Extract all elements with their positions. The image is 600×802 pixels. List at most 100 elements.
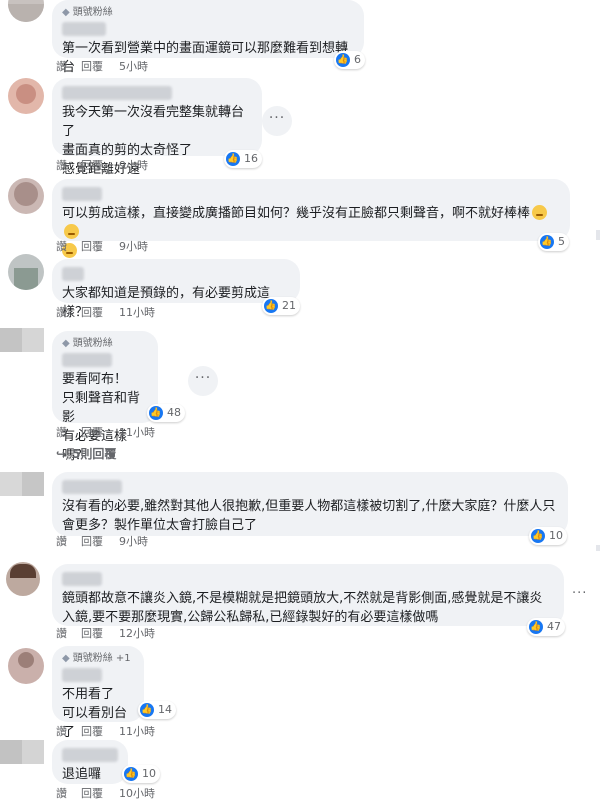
timestamp[interactable]: 5小時 bbox=[119, 60, 148, 73]
top-fan-badge: ◆ 頭號粉絲 bbox=[62, 338, 113, 349]
timestamp[interactable]: 11小時 bbox=[119, 306, 155, 319]
timestamp[interactable]: 11小時 bbox=[119, 426, 155, 439]
like-button[interactable]: 讚 bbox=[56, 60, 67, 73]
comment-bubble: ◆ 頭號粉絲 要看阿布！ 只剩聲音和背影 有必要這樣嗎？ bbox=[52, 331, 158, 463]
scrollbar-track[interactable] bbox=[596, 545, 600, 551]
reply-button[interactable]: 回覆 bbox=[81, 159, 103, 172]
commenter-name[interactable] bbox=[62, 668, 102, 682]
thumbs-up-icon: 👍 bbox=[540, 235, 554, 249]
thumbs-up-icon: 👍 bbox=[149, 406, 163, 420]
comment: 鏡頭都故意不讓炎入鏡,不是模糊就是把鏡頭放大,不然就是背影側面,感覺就是不讓炎入… bbox=[0, 552, 600, 642]
like-button[interactable]: 讚 bbox=[56, 535, 67, 548]
comment-bubble: 鏡頭都故意不讓炎入鏡,不是模糊就是把鏡頭放大,不然就是背影側面,感覺就是不讓炎入… bbox=[52, 564, 564, 626]
comment-actions: 讚 回覆 9小時 bbox=[56, 239, 162, 255]
reply-button[interactable]: 回覆 bbox=[81, 426, 103, 439]
comment-bubble: ◆ 頭號粉絲 第一次看到營業中的畫面運鏡可以那麼難看到想轉台 bbox=[52, 0, 364, 75]
reply-button[interactable]: 回覆 bbox=[81, 627, 103, 640]
comment-actions: 讚 回覆 9小時 bbox=[56, 158, 162, 174]
reaction-count[interactable]: 👍 6 bbox=[334, 51, 365, 69]
timestamp[interactable]: 11小時 bbox=[119, 725, 155, 738]
diamond-icon: ◆ bbox=[62, 338, 70, 349]
thumbs-up-icon: 👍 bbox=[226, 152, 240, 166]
reaction-count[interactable]: 👍 5 bbox=[538, 233, 569, 251]
commenter-name[interactable] bbox=[62, 86, 172, 100]
reaction-count[interactable]: 👍 14 bbox=[138, 701, 176, 719]
comment-text: 沒有看的必要,雖然對其他人很抱歉,但重要人物都這樣被切割了,什麼大家庭？什麼人只… bbox=[62, 499, 556, 533]
comment: ◆ 頭號粉絲 要看阿布！ 只剩聲音和背影 有必要這樣嗎？ ··· 👍 48 讚 回覆 1… bbox=[0, 328, 600, 463]
comment: 沒有看的必要,雖然對其他人很抱歉,但重要人物都這樣被切割了,什麼大家庭？什麼人只… bbox=[0, 462, 600, 552]
reaction-count[interactable]: 👍 47 bbox=[527, 618, 565, 636]
diamond-icon: ◆ bbox=[62, 653, 70, 664]
commenter-name[interactable] bbox=[62, 480, 122, 494]
like-button[interactable]: 讚 bbox=[56, 159, 67, 172]
reaction-count[interactable]: 👍 16 bbox=[224, 150, 262, 168]
like-button[interactable]: 讚 bbox=[56, 240, 67, 253]
timestamp[interactable]: 9小時 bbox=[119, 240, 148, 253]
avatar[interactable] bbox=[8, 78, 44, 114]
avatar[interactable] bbox=[8, 0, 44, 22]
view-replies-link[interactable]: ↪ 5則回覆 bbox=[56, 445, 116, 462]
thumbs-up-icon: 👍 bbox=[529, 620, 543, 634]
reaction-count[interactable]: 👍 48 bbox=[147, 404, 185, 422]
like-button[interactable]: 讚 bbox=[56, 306, 67, 319]
avatar[interactable] bbox=[8, 648, 44, 684]
more-options-icon[interactable]: ··· bbox=[262, 106, 292, 136]
commenter-name[interactable] bbox=[62, 572, 102, 586]
timestamp[interactable]: 10小時 bbox=[119, 787, 155, 800]
avatar[interactable] bbox=[0, 740, 44, 764]
persevering-face-emoji bbox=[532, 205, 548, 220]
more-options-icon[interactable]: ··· bbox=[188, 366, 218, 396]
avatar[interactable] bbox=[0, 328, 44, 352]
commenter-name[interactable] bbox=[62, 353, 112, 367]
comment-actions: 讚 回覆 11小時 bbox=[56, 425, 169, 441]
reaction-count[interactable]: 👍 10 bbox=[122, 765, 160, 783]
avatar[interactable] bbox=[6, 562, 40, 596]
like-button[interactable]: 讚 bbox=[56, 627, 67, 640]
more-options-icon[interactable]: ··· bbox=[572, 586, 587, 601]
reply-button[interactable]: 回覆 bbox=[81, 787, 103, 800]
comment-bubble: 大家都知道是預錄的，有必要剪成這樣？ bbox=[52, 259, 300, 320]
timestamp[interactable]: 12小時 bbox=[119, 627, 155, 640]
avatar[interactable] bbox=[8, 254, 44, 290]
reaction-count[interactable]: 👍 10 bbox=[529, 527, 567, 545]
like-button[interactable]: 讚 bbox=[56, 426, 67, 439]
comment-bubble: ◆ 頭號粉絲 +1 不用看了 可以看別台了 bbox=[52, 646, 144, 740]
scrollbar-track[interactable] bbox=[596, 230, 600, 240]
reaction-count[interactable]: 👍 21 bbox=[262, 297, 300, 315]
diamond-icon: ◆ bbox=[62, 7, 70, 18]
comment-text: 鏡頭都故意不讓炎入鏡,不是模糊就是把鏡頭放大,不然就是背影側面,感覺就是不讓炎入… bbox=[62, 591, 543, 625]
comment-actions: 讚 回覆 9小時 bbox=[56, 534, 162, 550]
reply-button[interactable]: 回覆 bbox=[81, 725, 103, 738]
comment-actions: 讚 回覆 5小時 bbox=[56, 59, 162, 75]
thumbs-up-icon: 👍 bbox=[124, 767, 138, 781]
reply-button[interactable]: 回覆 bbox=[81, 240, 103, 253]
reply-button[interactable]: 回覆 bbox=[81, 535, 103, 548]
comment-bubble: 可以剪成這樣，直接變成廣播節目如何？幾乎沒有正臉都只剩聲音，啊不就好棒棒 bbox=[52, 179, 570, 258]
like-button[interactable]: 讚 bbox=[56, 725, 67, 738]
commenter-name[interactable] bbox=[62, 748, 118, 762]
comment: 退追囉 👍 10 讚 回覆 10小時 bbox=[0, 738, 600, 802]
reply-button[interactable]: 回覆 bbox=[81, 60, 103, 73]
thumbs-up-icon: 👍 bbox=[140, 703, 154, 717]
comment: ◆ 頭號粉絲 第一次看到營業中的畫面運鏡可以那麼難看到想轉台 👍 6 讚 回覆 5小時 bbox=[0, 0, 600, 78]
thumbs-up-icon: 👍 bbox=[336, 53, 350, 67]
commenter-name[interactable] bbox=[62, 22, 106, 36]
comment: 我今天第一次沒看完整集就轉台了 畫面真的剪的太奇怪了 感覺距離好遠 ··· 👍 1… bbox=[0, 78, 600, 177]
timestamp[interactable]: 9小時 bbox=[119, 159, 148, 172]
comment-bubble: 沒有看的必要,雖然對其他人很抱歉,但重要人物都這樣被切割了,什麼大家庭？什麼人只… bbox=[52, 472, 568, 536]
avatar[interactable] bbox=[0, 472, 44, 496]
thumbs-up-icon: 👍 bbox=[264, 299, 278, 313]
comment-actions: 讚 回覆 12小時 bbox=[56, 626, 169, 642]
commenter-name[interactable] bbox=[62, 267, 84, 281]
comment-bubble: 退追囉 bbox=[52, 740, 128, 784]
reply-button[interactable]: 回覆 bbox=[81, 306, 103, 319]
timestamp[interactable]: 9小時 bbox=[119, 535, 148, 548]
avatar[interactable] bbox=[8, 178, 44, 214]
top-fan-badge: ◆ 頭號粉絲 +1 bbox=[62, 653, 131, 664]
comment: 可以剪成這樣，直接變成廣播節目如何？幾乎沒有正臉都只剩聲音，啊不就好棒棒 👍 5 … bbox=[0, 174, 600, 258]
thumbs-up-icon: 👍 bbox=[531, 529, 545, 543]
like-button[interactable]: 讚 bbox=[56, 787, 67, 800]
commenter-name[interactable] bbox=[62, 187, 102, 201]
comment: 大家都知道是預錄的，有必要剪成這樣？ 👍 21 讚 回覆 11小時 bbox=[0, 254, 600, 326]
comment-actions: 讚 回覆 10小時 bbox=[56, 786, 169, 802]
